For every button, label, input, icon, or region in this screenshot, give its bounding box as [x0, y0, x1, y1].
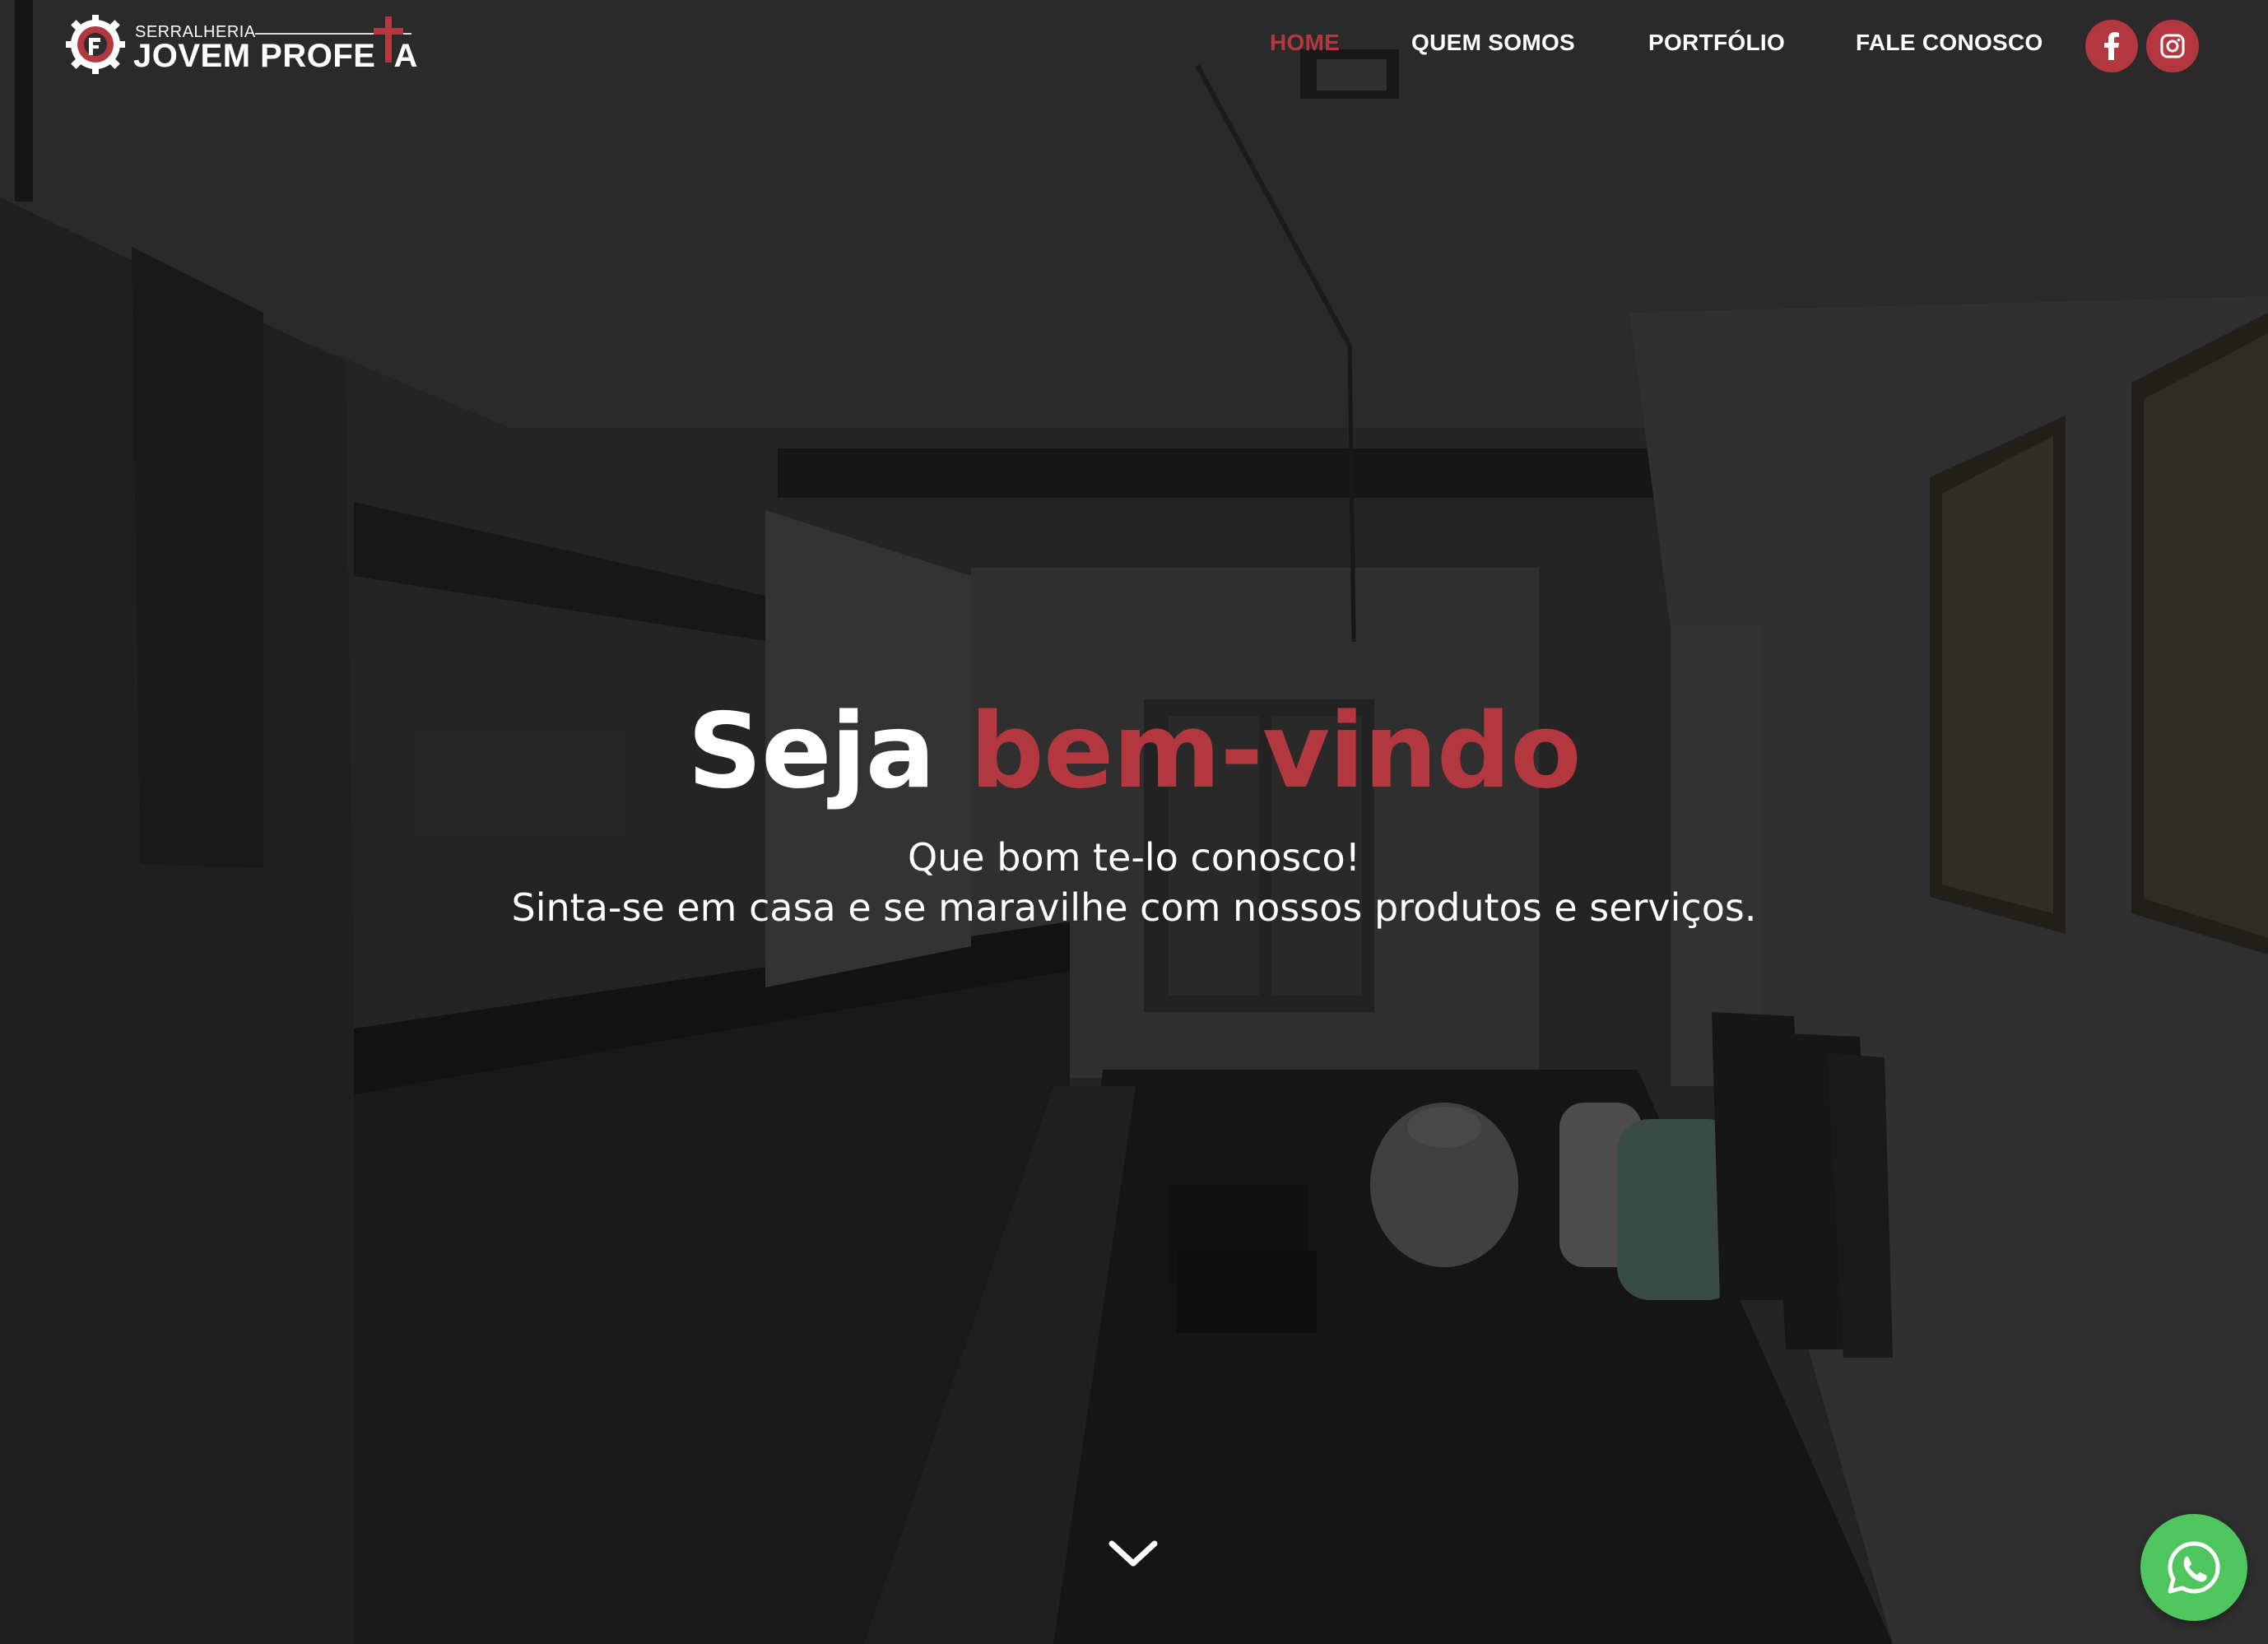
cross-icon — [374, 16, 403, 63]
brand-logo[interactable]: SERRALHERIA JOVEM PROFE A — [64, 13, 418, 79]
nav-home[interactable]: HOME — [1270, 30, 1340, 56]
whatsapp-icon — [2168, 1541, 2220, 1594]
whatsapp-button[interactable] — [2140, 1514, 2247, 1621]
hero-title-start: Seja — [687, 690, 935, 811]
nav-portfolio[interactable]: PORTFÓLIO — [1648, 30, 1785, 56]
hero-subtitle-line2: Sinta-se em casa e se maravilhe com noss… — [511, 885, 1757, 930]
dark-overlay — [0, 0, 2268, 1644]
hero-subtitle-line1: Que bom te-lo conosco! — [907, 835, 1361, 880]
hero-title-accent: bem-vindo — [969, 690, 1582, 811]
brand-name-text: JOVEM PROFE — [133, 38, 376, 74]
facebook-icon — [2104, 32, 2119, 60]
instagram-icon — [2160, 34, 2185, 58]
chevron-down-icon[interactable] — [1107, 1537, 1160, 1570]
gear-logo-icon — [66, 15, 125, 74]
nav-quem-somos[interactable]: QUEM SOMOS — [1411, 30, 1575, 56]
hero-title: Seja bem-vindo — [0, 699, 2268, 803]
instagram-button[interactable] — [2146, 20, 2199, 72]
hero-section: SERRALHERIA JOVEM PROFE A HOME QUEM SOMOS… — [0, 0, 2268, 1644]
nav-fale-conosco[interactable]: FALE CONOSCO — [1856, 30, 2043, 56]
facebook-button[interactable] — [2085, 20, 2138, 72]
